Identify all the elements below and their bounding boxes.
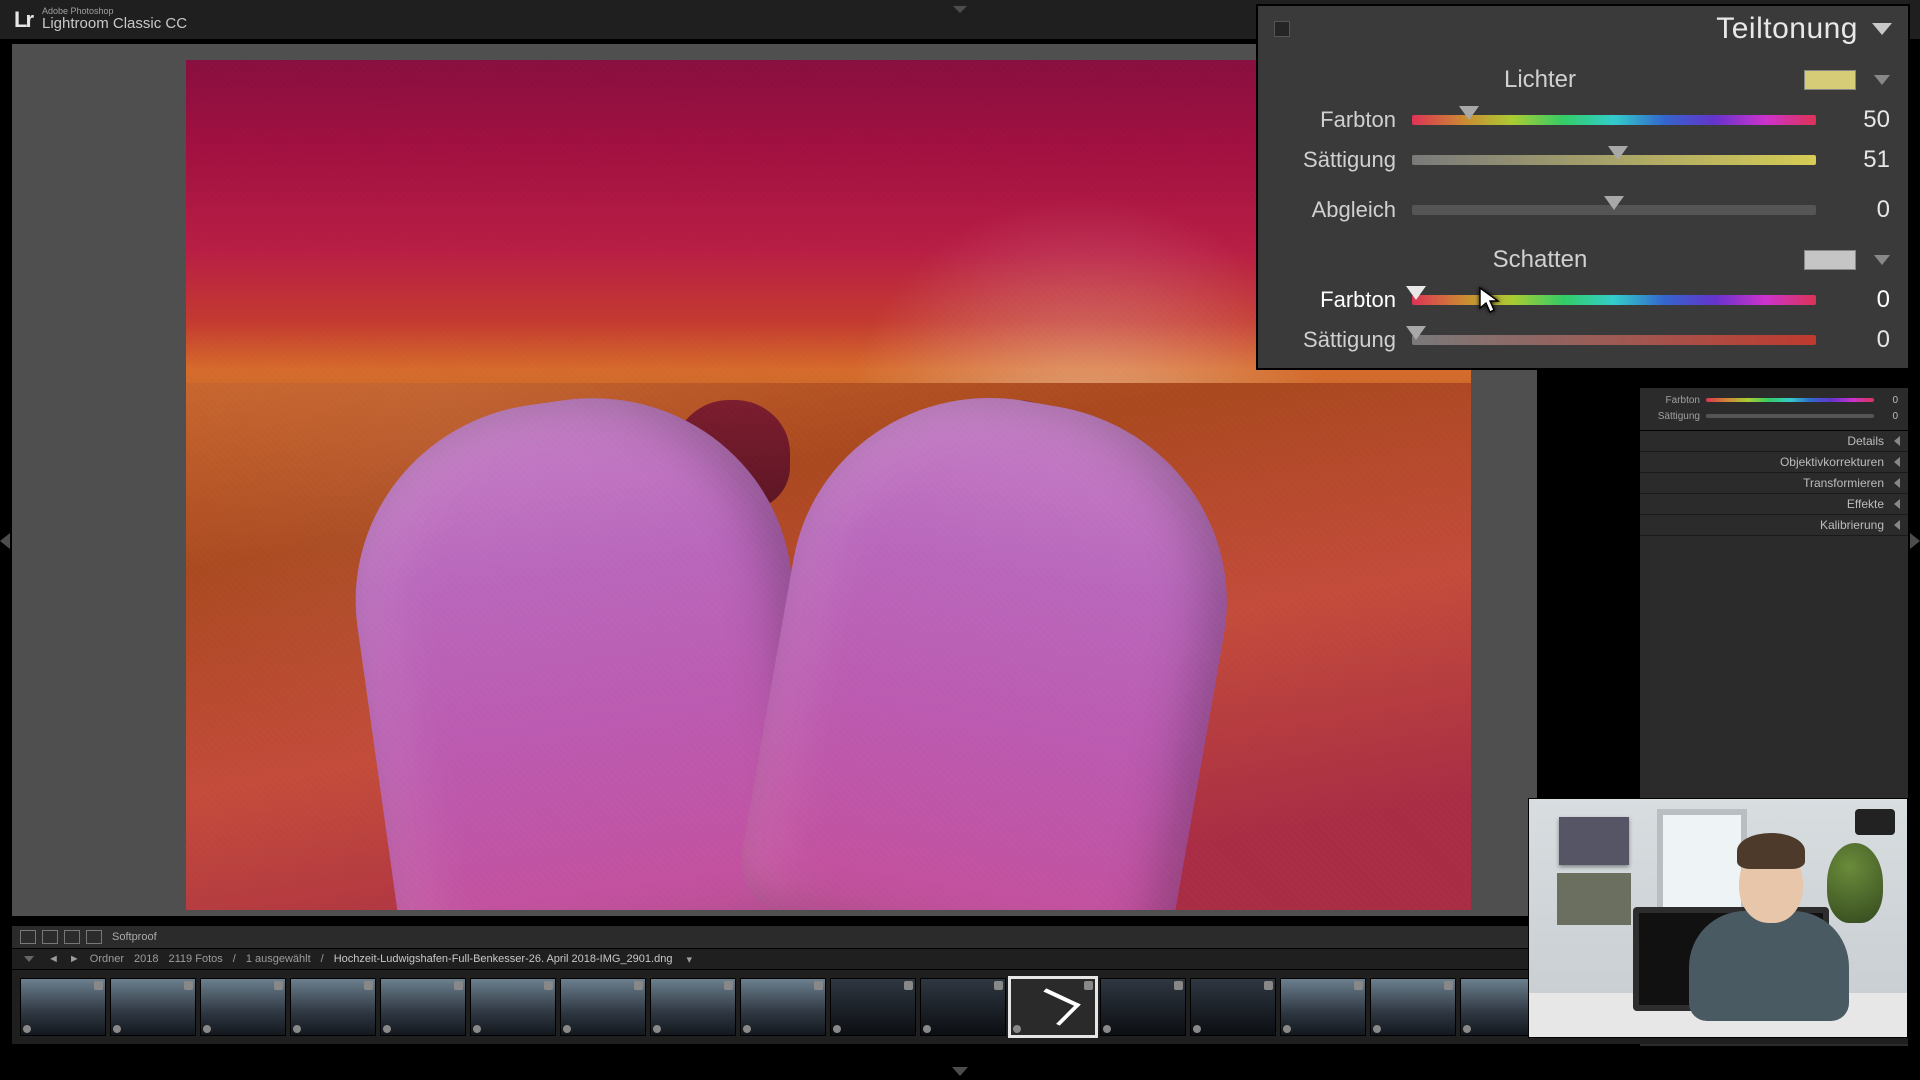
- panel-item-objektivkorrekturen[interactable]: Objektivkorrekturen: [1640, 452, 1908, 473]
- panel-item-details[interactable]: Details: [1640, 431, 1908, 452]
- panel-item-kalibrierung[interactable]: Kalibrierung: [1640, 515, 1908, 536]
- mini-hue-label: Farbton: [1650, 395, 1700, 406]
- thumbnail[interactable]: [20, 978, 106, 1036]
- view-loupe-icon[interactable]: [20, 930, 36, 944]
- expand-left-handle[interactable]: [0, 527, 12, 553]
- thumbnail[interactable]: [1100, 978, 1186, 1036]
- shadows-sat-value[interactable]: 0: [1832, 326, 1890, 354]
- highlights-sat-slider[interactable]: [1412, 155, 1816, 165]
- thumbnail[interactable]: [1280, 978, 1366, 1036]
- chevron-left-icon: [1894, 436, 1900, 446]
- shadows-sat-label: Sättigung: [1276, 327, 1396, 353]
- app-logo: Lr: [14, 7, 32, 33]
- shadows-hue-slider[interactable]: [1412, 295, 1816, 305]
- highlights-header: Lichter: [1258, 60, 1908, 100]
- thumbnail[interactable]: [1190, 978, 1276, 1036]
- photo-count: 2119 Fotos: [169, 953, 223, 965]
- collapse-bottom-handle[interactable]: [952, 1067, 968, 1076]
- balance-value[interactable]: 0: [1832, 196, 1890, 224]
- shadows-picker-icon[interactable]: [1874, 255, 1890, 265]
- nav-fwd-icon[interactable]: ►: [69, 953, 80, 965]
- softproof-label[interactable]: Softproof: [112, 931, 157, 943]
- thumbnail[interactable]: [110, 978, 196, 1036]
- chevron-left-icon: [1894, 499, 1900, 509]
- folder-name[interactable]: 2018: [134, 953, 158, 965]
- chevron-left-icon: [1894, 520, 1900, 530]
- thumbnail[interactable]: [1010, 978, 1096, 1036]
- mini-shadows-sliders: Farbton 0 Sättigung 0: [1640, 388, 1908, 431]
- selected-count: 1 ausgewählt: [246, 953, 311, 965]
- shadows-heading: Schatten: [1276, 246, 1804, 274]
- shadows-sat-slider[interactable]: [1412, 335, 1816, 345]
- highlights-swatch[interactable]: [1804, 70, 1856, 90]
- thumbnail[interactable]: [560, 978, 646, 1036]
- mini-hue-slider[interactable]: [1706, 398, 1874, 402]
- mini-sat-slider[interactable]: [1706, 414, 1874, 418]
- folder-label: Ordner: [90, 953, 124, 965]
- mini-hue-value[interactable]: 0: [1880, 395, 1898, 406]
- nav-menu-icon[interactable]: [24, 956, 34, 962]
- thumbnail[interactable]: [650, 978, 736, 1036]
- shadows-hue-row: Farbton 0: [1258, 280, 1908, 320]
- highlights-sat-value[interactable]: 51: [1832, 146, 1890, 174]
- thumbnail[interactable]: [740, 978, 826, 1036]
- panel-toggle-switch[interactable]: [1274, 21, 1290, 37]
- mini-sat-label: Sättigung: [1650, 411, 1700, 422]
- panel-collapse-icon[interactable]: [1872, 23, 1892, 35]
- shadows-sat-row: Sättigung 0: [1258, 320, 1908, 368]
- current-filename: Hochzeit-Ludwigshafen-Full-Benkesser-26.…: [334, 953, 673, 965]
- highlights-heading: Lichter: [1276, 66, 1804, 94]
- chevron-left-icon: [1894, 457, 1900, 467]
- shadows-header: Schatten: [1258, 240, 1908, 280]
- highlights-hue-value[interactable]: 50: [1832, 106, 1890, 134]
- balance-label: Abgleich: [1276, 197, 1396, 223]
- chevron-left-icon: [1894, 478, 1900, 488]
- panel-accordion: DetailsObjektivkorrekturenTransformieren…: [1640, 431, 1908, 536]
- view-grid-icon[interactable]: [86, 930, 102, 944]
- view-survey-icon[interactable]: [64, 930, 80, 944]
- highlights-hue-row: Farbton 50: [1258, 100, 1908, 140]
- panel-item-effekte[interactable]: Effekte: [1640, 494, 1908, 515]
- expand-right-handle[interactable]: [1908, 527, 1920, 553]
- thumbnail[interactable]: [830, 978, 916, 1036]
- app-name: Lightroom Classic CC: [42, 16, 187, 33]
- thumbnail[interactable]: [1370, 978, 1456, 1036]
- highlights-hue-label: Farbton: [1276, 107, 1396, 133]
- shadows-hue-value[interactable]: 0: [1832, 286, 1890, 314]
- mini-sat-value[interactable]: 0: [1880, 411, 1898, 422]
- view-compare-icon[interactable]: [42, 930, 58, 944]
- panel-title: Teiltonung: [1716, 12, 1858, 46]
- thumbnail[interactable]: [200, 978, 286, 1036]
- thumbnail[interactable]: [380, 978, 466, 1036]
- highlights-sat-row: Sättigung 51: [1258, 140, 1908, 180]
- balance-row: Abgleich 0: [1258, 190, 1908, 230]
- thumbnail[interactable]: [290, 978, 376, 1036]
- collapse-top-handle[interactable]: [949, 4, 971, 14]
- nav-back-icon[interactable]: ◄: [48, 953, 59, 965]
- highlights-sat-label: Sättigung: [1276, 147, 1396, 173]
- webcam-overlay: [1528, 798, 1908, 1038]
- panel-item-transformieren[interactable]: Transformieren: [1640, 473, 1908, 494]
- split-toning-panel: Teiltonung Lichter Farbton 50 Sättigung …: [1258, 6, 1908, 368]
- shadows-hue-label: Farbton: [1276, 287, 1396, 313]
- thumbnail[interactable]: [470, 978, 556, 1036]
- highlights-picker-icon[interactable]: [1874, 75, 1890, 85]
- balance-slider[interactable]: [1412, 205, 1816, 215]
- highlights-hue-slider[interactable]: [1412, 115, 1816, 125]
- shadows-swatch[interactable]: [1804, 250, 1856, 270]
- thumbnail[interactable]: [920, 978, 1006, 1036]
